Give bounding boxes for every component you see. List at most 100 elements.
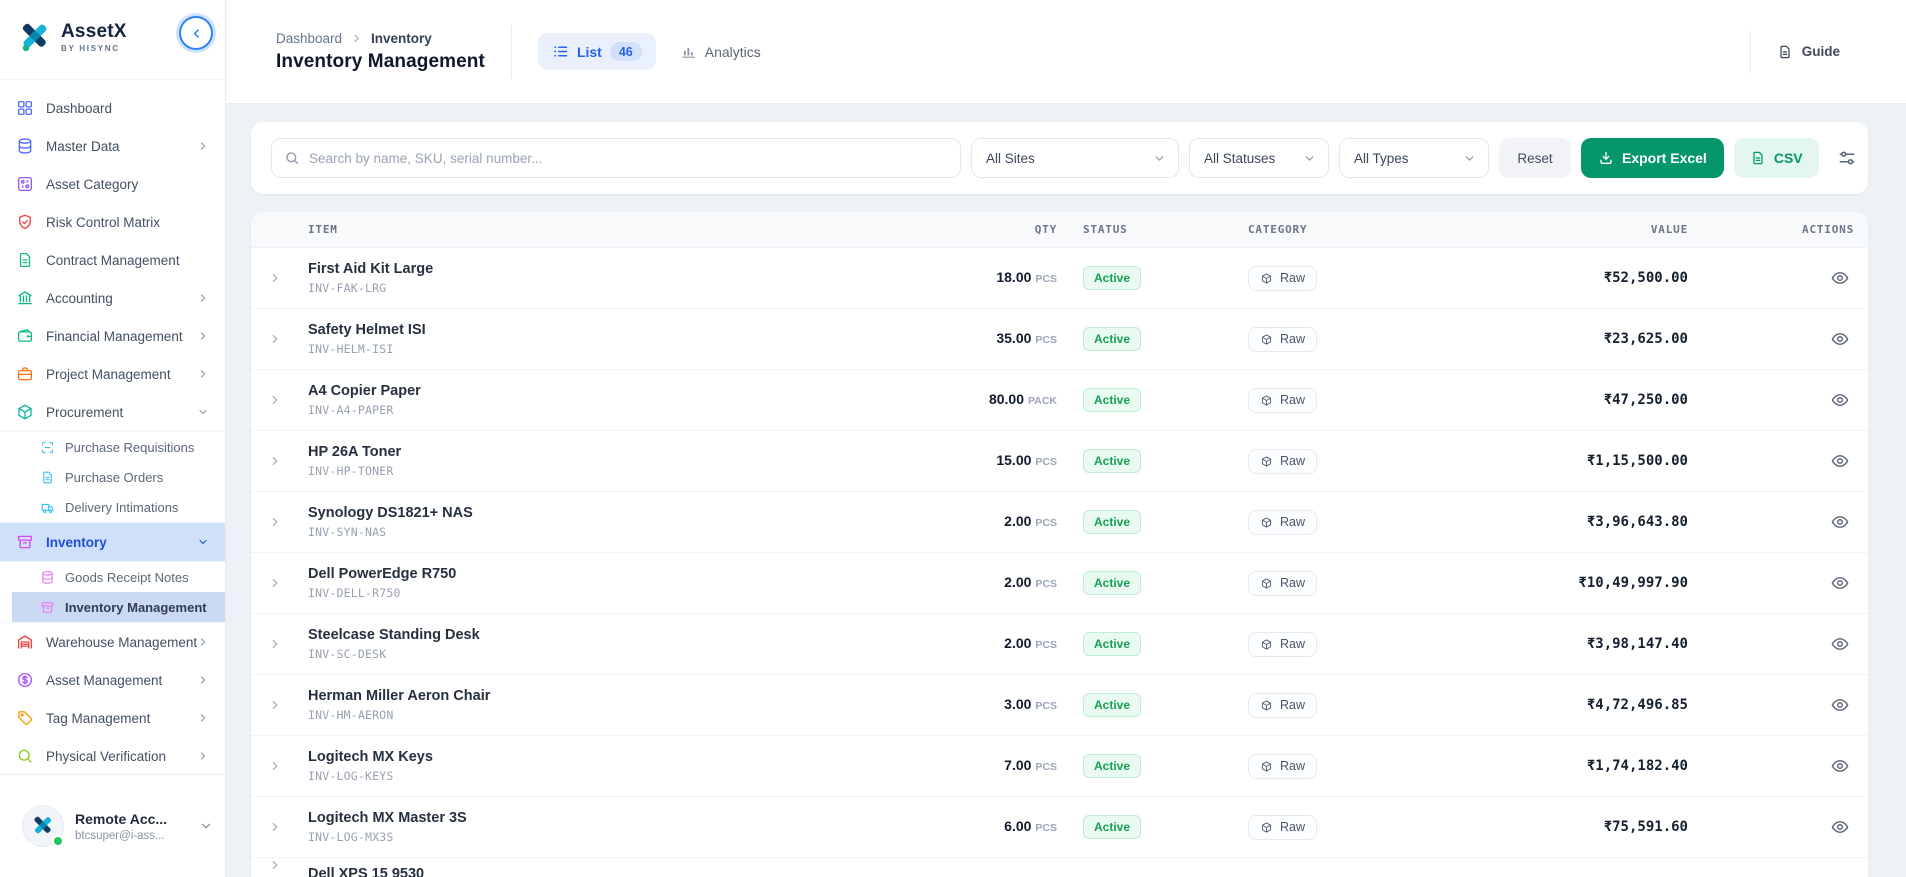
sidebar-item-inventory-management[interactable]: Inventory Management xyxy=(12,592,225,622)
table-row[interactable]: First Aid Kit LargeINV-FAK-LRG18.00PCSAc… xyxy=(251,248,1868,309)
view-item-eye-icon[interactable] xyxy=(1830,512,1850,532)
view-item-eye-icon[interactable] xyxy=(1830,573,1850,593)
chevron-down-icon xyxy=(199,819,213,833)
sidebar-item-asset-management[interactable]: Asset Management xyxy=(0,661,225,699)
sidebar-item-label: Dashboard xyxy=(46,101,209,116)
column-header-actions: ACTIONS xyxy=(1802,223,1868,236)
table-header-row: ITEM QTY STATUS CATEGORY VALUE ACTIONS xyxy=(251,212,1868,248)
category-pill: Raw xyxy=(1248,754,1317,779)
table-row-partial[interactable]: Dell XPS 15 9530 xyxy=(251,858,1868,877)
view-item-eye-icon[interactable] xyxy=(1830,634,1850,654)
csv-button[interactable]: CSV xyxy=(1734,138,1819,178)
guide-button[interactable]: Guide xyxy=(1777,44,1840,60)
sidebar-item-procurement[interactable]: Procurement xyxy=(0,393,225,431)
sidebar-item-financial-management[interactable]: Financial Management xyxy=(0,317,225,355)
sidebar-item-tag-management[interactable]: Tag Management xyxy=(0,699,225,737)
row-expand-chevron-icon[interactable] xyxy=(268,515,282,529)
package-icon xyxy=(1260,333,1273,346)
package-icon xyxy=(1260,699,1273,712)
sites-dropdown-value: All Sites xyxy=(986,151,1035,166)
table-row[interactable]: Steelcase Standing DeskINV-SC-DESK2.00PC… xyxy=(251,614,1868,675)
table-row[interactable]: Dell PowerEdge R750INV-DELL-R7502.00PCSA… xyxy=(251,553,1868,614)
row-expand-chevron-icon[interactable] xyxy=(268,820,282,834)
statuses-dropdown[interactable]: All Statuses xyxy=(1189,138,1329,178)
view-item-eye-icon[interactable] xyxy=(1830,390,1850,410)
sidebar-item-goods-receipt-notes[interactable]: Goods Receipt Notes xyxy=(0,562,225,592)
sidebar-item-label: Accounting xyxy=(46,291,197,306)
category-pill: Raw xyxy=(1248,693,1317,718)
sidebar-item-asset-category[interactable]: Asset Category xyxy=(0,165,225,203)
item-name: Herman Miller Aeron Chair xyxy=(308,688,883,704)
row-expand-chevron-icon[interactable] xyxy=(268,698,282,712)
types-dropdown[interactable]: All Types xyxy=(1339,138,1489,178)
row-expand-chevron-icon[interactable] xyxy=(268,271,282,285)
topbar: Dashboard Inventory Inventory Management… xyxy=(226,0,1906,104)
row-expand-chevron-icon[interactable] xyxy=(268,759,282,773)
sidebar-item-delivery-intimations[interactable]: Delivery Intimations xyxy=(0,492,225,522)
view-item-eye-icon[interactable] xyxy=(1830,695,1850,715)
item-name: First Aid Kit Large xyxy=(308,261,883,277)
sidebar-item-label: Master Data xyxy=(46,139,197,154)
sidebar-item-warehouse-management[interactable]: Warehouse Management xyxy=(0,623,225,661)
breadcrumb-dashboard[interactable]: Dashboard xyxy=(276,31,342,46)
sidebar-item-purchase-orders[interactable]: Purchase Orders xyxy=(0,462,225,492)
guide-doc-icon xyxy=(1777,44,1793,60)
table-row[interactable]: Safety Helmet ISIINV-HELM-ISI35.00PCSAct… xyxy=(251,309,1868,370)
table-row[interactable]: Logitech MX KeysINV-LOG-KEYS7.00PCSActiv… xyxy=(251,736,1868,797)
sidebar-item-project-management[interactable]: Project Management xyxy=(0,355,225,393)
chevron-right-icon xyxy=(197,292,209,304)
submenu-procurement: Purchase Requisitions Purchase Orders Deli… xyxy=(0,431,225,523)
sidebar-item-label: Purchase Orders xyxy=(65,470,211,485)
database-icon xyxy=(40,570,55,585)
column-header-qty: QTY xyxy=(1035,223,1073,236)
table-row[interactable]: HP 26A TonerINV-HP-TONER15.00PCSActiveRa… xyxy=(251,431,1868,492)
filter-bar: All Sites All Statuses All Types Reset E… xyxy=(251,122,1868,194)
sidebar-item-accounting[interactable]: Accounting xyxy=(0,279,225,317)
sidebar-item-purchase-requisitions[interactable]: Purchase Requisitions xyxy=(0,432,225,462)
view-item-eye-icon[interactable] xyxy=(1830,329,1850,349)
package-icon xyxy=(1260,272,1273,285)
database-icon xyxy=(16,137,34,155)
tab-analytics[interactable]: Analytics xyxy=(666,34,775,69)
table-row[interactable]: Logitech MX Master 3SINV-LOG-MX3S6.00PCS… xyxy=(251,797,1868,858)
status-badge: Active xyxy=(1083,510,1141,534)
sidebar-item-label: Asset Category xyxy=(46,177,209,192)
reset-button[interactable]: Reset xyxy=(1499,138,1571,178)
search-input[interactable] xyxy=(309,151,948,166)
sidebar-item-inventory[interactable]: Inventory xyxy=(0,523,225,561)
export-excel-button[interactable]: Export Excel xyxy=(1581,138,1724,178)
row-expand-chevron-icon[interactable] xyxy=(268,393,282,407)
sidebar-item-master-data[interactable]: Master Data xyxy=(0,127,225,165)
sidebar-item-label: Financial Management xyxy=(46,329,197,344)
view-item-eye-icon[interactable] xyxy=(1830,451,1850,471)
table-row[interactable]: Herman Miller Aeron ChairINV-HM-AERON3.0… xyxy=(251,675,1868,736)
view-item-eye-icon[interactable] xyxy=(1830,756,1850,776)
user-menu[interactable]: Remote Acc... btcsuper@i-ass... xyxy=(0,774,225,877)
category-pill: Raw xyxy=(1248,632,1317,657)
tab-list[interactable]: List 46 xyxy=(538,33,656,70)
sidebar-collapse-button[interactable] xyxy=(179,16,213,50)
table-row[interactable]: Synology DS1821+ NASINV-SYN-NAS2.00PCSAc… xyxy=(251,492,1868,553)
table-row[interactable]: A4 Copier PaperINV-A4-PAPER80.00PACKActi… xyxy=(251,370,1868,431)
breadcrumb-inventory[interactable]: Inventory xyxy=(371,31,432,46)
row-expand-chevron-icon[interactable] xyxy=(268,576,282,590)
row-expand-chevron-icon[interactable] xyxy=(268,454,282,468)
row-expand-chevron-icon[interactable] xyxy=(268,637,282,651)
status-badge: Active xyxy=(1083,571,1141,595)
sidebar-item-risk-control-matrix[interactable]: Risk Control Matrix xyxy=(0,203,225,241)
sidebar-item-physical-verification[interactable]: Physical Verification xyxy=(0,737,225,774)
item-qty: 2.00PCS xyxy=(1004,635,1073,653)
view-item-eye-icon[interactable] xyxy=(1830,817,1850,837)
row-expand-chevron-icon[interactable] xyxy=(268,858,282,872)
row-expand-chevron-icon[interactable] xyxy=(268,332,282,346)
sidebar-item-contract-management[interactable]: Contract Management xyxy=(0,241,225,279)
item-name: A4 Copier Paper xyxy=(308,383,883,399)
item-sku: INV-SYN-NAS xyxy=(308,525,883,539)
item-name: Steelcase Standing Desk xyxy=(308,627,883,643)
item-value: ₹4,72,496.85 xyxy=(1587,697,1698,713)
sites-dropdown[interactable]: All Sites xyxy=(971,138,1179,178)
category-label: Raw xyxy=(1280,271,1305,285)
view-item-eye-icon[interactable] xyxy=(1830,268,1850,288)
sidebar-item-dashboard[interactable]: Dashboard xyxy=(0,89,225,127)
column-settings-icon[interactable] xyxy=(1837,148,1857,168)
